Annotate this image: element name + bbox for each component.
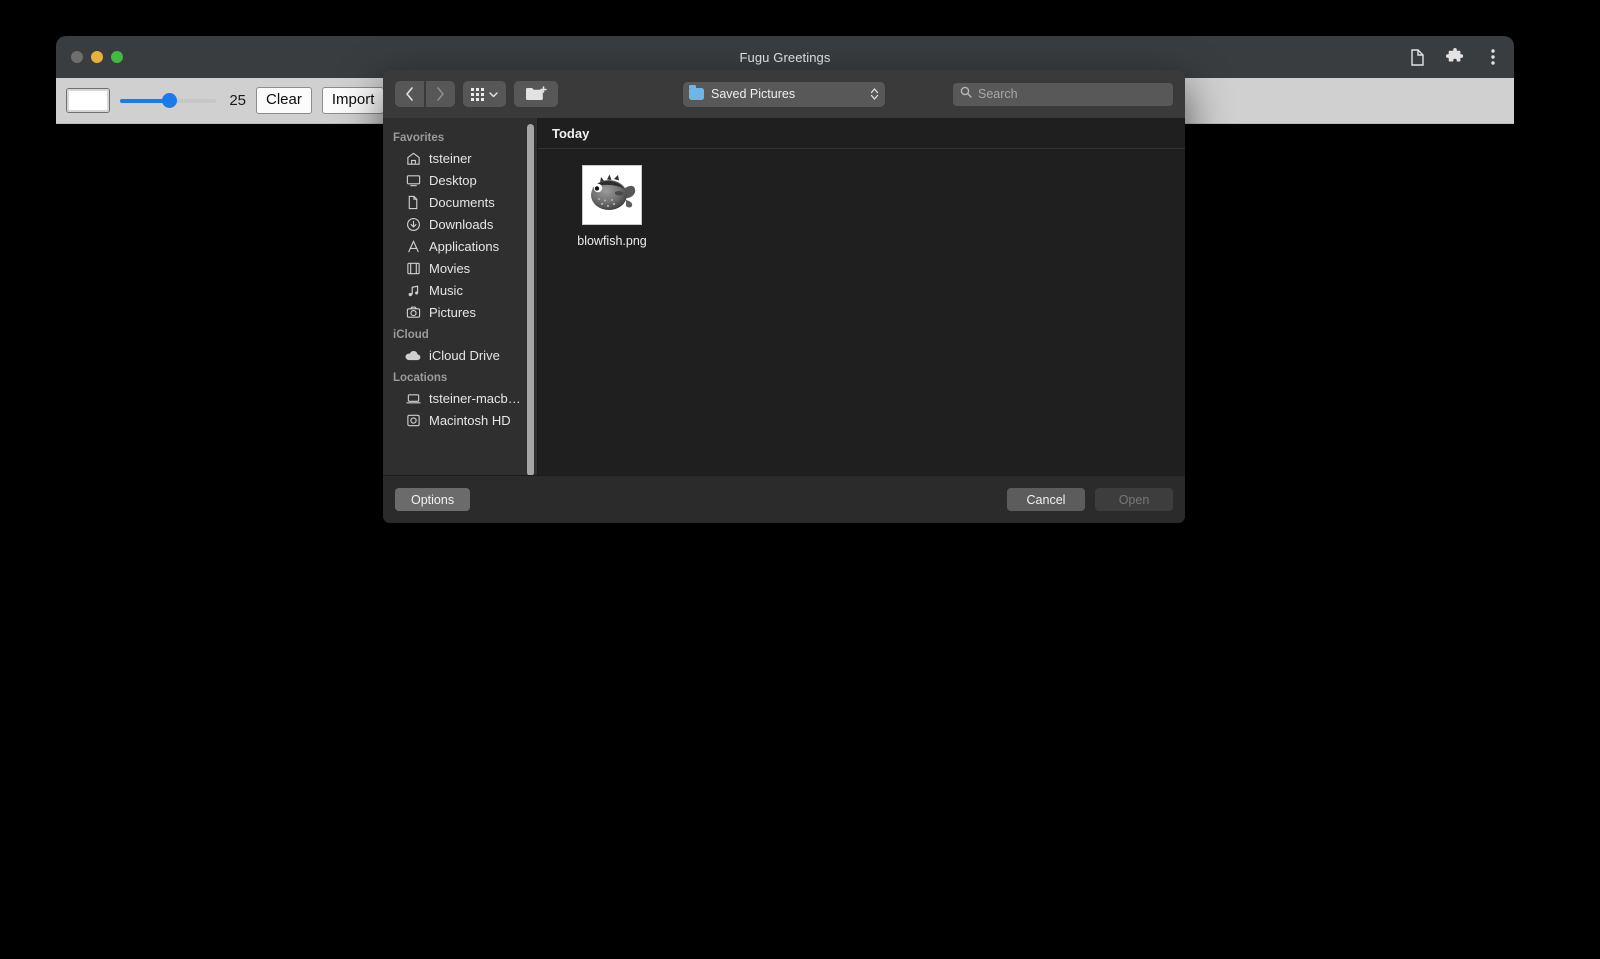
sidebar-section-header-locations: Locations	[393, 372, 448, 384]
sidebar-item-desktop[interactable]: Desktop	[383, 169, 537, 191]
sidebar-item-label: Movies	[429, 260, 471, 276]
search-placeholder: Search	[978, 87, 1018, 101]
titlebar-actions	[1406, 46, 1504, 68]
maximize-window-button[interactable]	[111, 51, 123, 63]
sidebar-item-music[interactable]: Music	[383, 279, 537, 301]
sidebar-item-label: iCloud Drive	[429, 347, 500, 363]
documents-icon	[405, 194, 421, 210]
sidebar-item-icloud-drive[interactable]: iCloud Drive	[383, 344, 537, 366]
downloads-icon	[405, 216, 421, 232]
sidebar-item-label: tsteiner-macb…	[429, 390, 521, 406]
folder-icon	[689, 85, 704, 100]
back-button[interactable]	[395, 81, 424, 107]
sidebar-item-label: Music	[429, 282, 463, 298]
sidebar-item-label: Pictures	[429, 304, 476, 320]
sidebar-item-label: tsteiner	[429, 150, 472, 166]
options-button[interactable]: Options	[395, 488, 471, 511]
sidebar-item-movies[interactable]: Movies	[383, 257, 537, 279]
sidebar-item-tsteiner[interactable]: tsteiner	[383, 147, 537, 169]
cloud-icon	[405, 347, 421, 363]
grid-view-icon	[471, 87, 484, 101]
new-folder-button[interactable]	[514, 81, 558, 107]
search-input[interactable]: Search	[953, 82, 1173, 106]
sidebar-item-tsteiner-macbook[interactable]: tsteiner-macb…	[383, 387, 537, 409]
sidebar-item-documents[interactable]: Documents	[383, 191, 537, 213]
window-title: Fugu Greetings	[739, 49, 831, 65]
file-group-header: Today	[538, 118, 1185, 149]
sidebar-item-label: Applications	[429, 238, 500, 254]
pen-size-value: 25	[229, 92, 246, 109]
view-mode-button[interactable]	[463, 81, 506, 107]
harddisk-icon	[405, 412, 421, 428]
traffic-lights	[71, 51, 123, 63]
sidebar-item-label: Documents	[429, 194, 495, 210]
extensions-puzzle-icon[interactable]	[1444, 46, 1466, 68]
applications-icon	[405, 238, 421, 254]
more-vertical-menu-icon[interactable]	[1482, 46, 1504, 68]
sidebar-scrollbar[interactable]	[527, 124, 534, 475]
movies-icon	[405, 260, 421, 276]
close-window-button[interactable]	[71, 51, 83, 63]
dialog-sidebar: Favorites tsteiner Desktop Documents Dow…	[383, 118, 537, 475]
color-picker-input[interactable]	[66, 88, 110, 113]
path-label: Saved Pictures	[711, 87, 796, 101]
file-item-blowfish[interactable]: blowfish.png	[560, 165, 664, 248]
pictures-icon	[405, 304, 421, 320]
home-icon	[405, 150, 421, 166]
blowfish-thumbnail	[582, 165, 642, 225]
forward-button[interactable]	[426, 81, 455, 107]
sidebar-item-downloads[interactable]: Downloads	[383, 213, 537, 235]
slider-thumb[interactable]	[162, 93, 178, 108]
sidebar-item-pictures[interactable]: Pictures	[383, 301, 537, 323]
sidebar-item-applications[interactable]: Applications	[383, 235, 537, 257]
page-icon[interactable]	[1406, 46, 1428, 68]
dialog-footer: Options Cancel Open	[383, 475, 1185, 523]
search-icon	[960, 85, 972, 103]
import-button[interactable]: Import	[321, 86, 385, 115]
laptop-icon	[405, 390, 421, 406]
clear-button[interactable]: Clear	[256, 86, 312, 115]
dialog-body: Favorites tsteiner Desktop Documents Dow…	[383, 118, 1185, 475]
sidebar-item-macintosh-hd[interactable]: Macintosh HD	[383, 409, 537, 431]
file-pane: Today blowfish.png	[538, 118, 1185, 475]
sidebar-item-label: Macintosh HD	[429, 412, 511, 428]
music-icon	[405, 282, 421, 298]
chevron-down-icon	[489, 85, 498, 103]
sidebar-section-header-favorites: Favorites	[393, 132, 445, 144]
sidebar-item-label: Downloads	[429, 216, 494, 232]
open-button[interactable]: Open	[1095, 488, 1173, 511]
sidebar-item-label: Desktop	[429, 172, 477, 188]
pen-size-slider[interactable]	[120, 91, 216, 111]
file-open-dialog: Saved Pictures Search Favorites tsteiner	[383, 70, 1185, 523]
cancel-button[interactable]: Cancel	[1007, 488, 1085, 511]
stepper-icon	[870, 87, 879, 101]
dialog-toolbar: Saved Pictures Search	[383, 70, 1185, 118]
file-grid: blowfish.png	[538, 149, 1185, 248]
nav-button-group	[395, 81, 455, 107]
sidebar-section-header-icloud: iCloud	[393, 329, 429, 341]
minimize-window-button[interactable]	[91, 51, 103, 63]
file-name-label: blowfish.png	[577, 234, 647, 248]
path-select[interactable]: Saved Pictures	[683, 81, 885, 107]
desktop-icon	[405, 172, 421, 188]
